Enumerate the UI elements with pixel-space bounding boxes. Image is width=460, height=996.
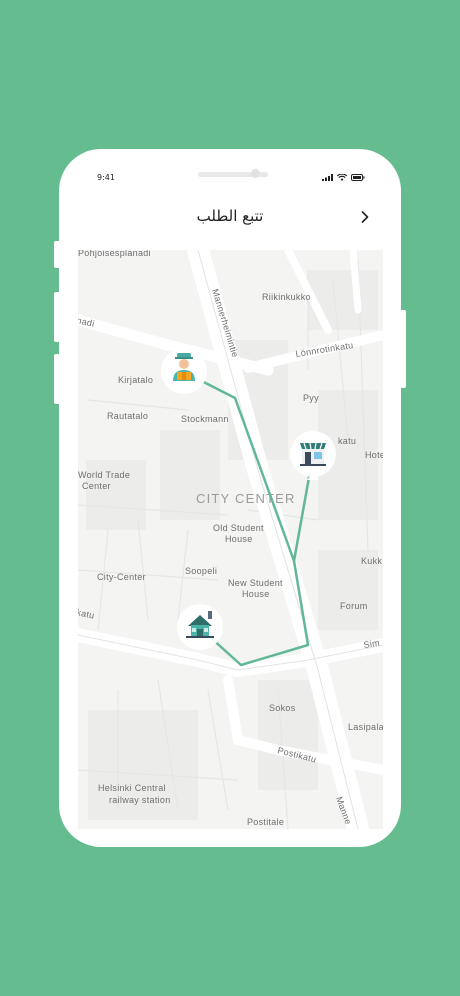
map-label: Hote bbox=[365, 450, 383, 460]
map-label: Pohjoisesplanadi bbox=[78, 250, 151, 258]
map-label: Kukk bbox=[361, 556, 382, 566]
map-label: Forum bbox=[340, 601, 368, 611]
store-icon bbox=[300, 442, 326, 466]
map-label: Pyy bbox=[303, 393, 319, 403]
map-label: katu bbox=[78, 607, 95, 621]
map-label: Stockmann bbox=[181, 414, 229, 424]
map-label: Kirjatalo bbox=[118, 375, 153, 385]
map-label: New Student bbox=[228, 578, 283, 588]
map-label: Soopeli bbox=[185, 566, 217, 576]
map-label-district: CITY CENTER bbox=[196, 491, 296, 506]
signal-icon bbox=[322, 174, 333, 181]
home-marker[interactable] bbox=[177, 604, 223, 650]
page-title: تتبع الطلب bbox=[196, 207, 264, 225]
battery-icon bbox=[351, 174, 365, 181]
map-label: World Trade bbox=[78, 470, 130, 480]
map-label: nadi bbox=[78, 315, 95, 329]
map-label: Center bbox=[82, 481, 111, 491]
map-label: Old Student bbox=[213, 523, 264, 533]
phone-screen: 9:41 تتبع الطلب Pohjoisesplanadi Riikink… bbox=[59, 149, 401, 847]
camera bbox=[251, 169, 260, 178]
map-label: Lasipala bbox=[348, 722, 383, 732]
chevron-right-icon bbox=[361, 211, 369, 223]
courier-marker[interactable] bbox=[161, 348, 207, 394]
back-button[interactable] bbox=[355, 207, 375, 227]
status-time: 9:41 bbox=[97, 173, 115, 182]
map-label: Rautatalo bbox=[107, 411, 148, 421]
map-label: Riikinkukko bbox=[262, 292, 311, 302]
map-label: Helsinki Central bbox=[98, 783, 166, 793]
map-label: House bbox=[242, 589, 270, 599]
map-label: railway station bbox=[109, 795, 171, 805]
wifi-icon bbox=[337, 174, 347, 181]
map-label: Postitale bbox=[247, 817, 284, 827]
status-icons bbox=[322, 174, 365, 181]
tracking-map[interactable]: Pohjoisesplanadi Riikinkukko nadi Lönnro… bbox=[78, 250, 383, 829]
map-label: House bbox=[225, 534, 253, 544]
map-label: Sokos bbox=[269, 703, 296, 713]
map-label: City-Center bbox=[97, 572, 146, 582]
map-label: Lönnrotinkatu bbox=[295, 340, 354, 359]
map-label: katu bbox=[338, 436, 356, 446]
